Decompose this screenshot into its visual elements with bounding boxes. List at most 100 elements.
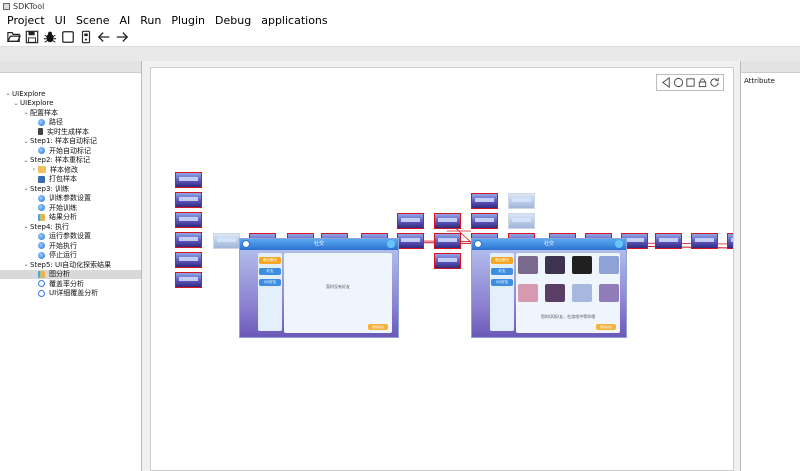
graph-node[interactable] — [213, 233, 240, 249]
tree-uiexplore[interactable]: ⌄ UIExplore — [0, 99, 141, 109]
toolbar-divider — [0, 47, 800, 61]
arrow-left-icon[interactable] — [96, 30, 111, 45]
node-snapshot — [438, 238, 457, 242]
window-title: SDKTool — [13, 1, 45, 11]
graph-node[interactable] — [471, 193, 498, 209]
screen-tab: QQ好友 — [259, 279, 281, 286]
graph-node[interactable] — [175, 232, 202, 248]
tree-group-step5[interactable]: ⌄ Step5: UI自动化探索结果 — [0, 260, 141, 270]
tree-group-step3[interactable]: ⌄ Step3: 训练 — [0, 184, 141, 194]
tree-item-auto-label[interactable]: 开始自动标记 — [0, 146, 141, 156]
tree-item-start-train[interactable]: 开始训练 — [0, 203, 141, 213]
folder-open-icon[interactable] — [6, 30, 21, 45]
screen-preview-left[interactable]: 社交 最近聊天 好友 QQ好友 暂时没有好友 添加好友 — [239, 238, 399, 338]
tree-group-step1[interactable]: ⌄ Step1: 样本自动标记 — [0, 137, 141, 147]
menu-bar: Project UI Scene AI Run Plugin Debug app… — [0, 12, 800, 28]
node-snapshot — [179, 237, 198, 241]
tree-group-step4[interactable]: ⌄ Step4: 执行 — [0, 222, 141, 232]
folder-icon — [38, 166, 46, 174]
graph-node[interactable] — [434, 233, 461, 249]
tree-item-graph-analysis[interactable]: 图分析 — [0, 269, 141, 279]
graph-node[interactable] — [397, 233, 424, 249]
tree-item-sample-edit[interactable]: › 样本修改 — [0, 165, 141, 175]
toolbar — [0, 28, 800, 47]
tree-root[interactable]: ⌄ UIExplore — [0, 89, 141, 99]
node-snapshot — [179, 197, 198, 201]
node-snapshot — [731, 238, 733, 242]
screen-content: 您的QQ好友，在游戏中等你哦 邀请好友 — [516, 253, 620, 333]
chart-icon — [38, 213, 45, 221]
graph-node[interactable] — [175, 192, 202, 208]
tree-group-step2[interactable]: ⌄ Step2: 样本重标记 — [0, 156, 141, 166]
graph-node[interactable] — [397, 213, 424, 229]
screen-button: 添加好友 — [368, 324, 388, 330]
save-icon[interactable] — [24, 30, 39, 45]
back-icon — [242, 240, 250, 248]
tree-group-config[interactable]: ⌄ 配置样本 — [0, 108, 141, 118]
node-snapshot — [695, 238, 714, 242]
menu-plugin[interactable]: Plugin — [166, 14, 210, 27]
graph-node[interactable] — [508, 193, 535, 209]
graph-node[interactable] — [434, 213, 461, 229]
graph-canvas[interactable]: 社交 最近聊天 好友 QQ好友 暂时没有好友 添加好友 社交 最近聊天 好友 Q… — [150, 67, 734, 471]
phone-icon — [38, 128, 43, 136]
screen-sidebar — [490, 253, 514, 331]
menu-project[interactable]: Project — [2, 14, 50, 27]
gear-icon — [38, 147, 45, 155]
tree-item-path[interactable]: 路径 — [0, 118, 141, 128]
graph-node[interactable] — [727, 233, 733, 249]
menu-applications[interactable]: applications — [256, 14, 332, 27]
menu-run[interactable]: Run — [135, 14, 166, 27]
graph-node[interactable] — [691, 233, 718, 249]
graph-node[interactable] — [175, 172, 202, 188]
avatar — [518, 284, 538, 302]
friend-card — [518, 284, 538, 308]
tree-item-result-analysis[interactable]: 结果分析 — [0, 213, 141, 223]
refresh-icon — [38, 280, 45, 288]
graph-node[interactable] — [655, 233, 682, 249]
screen-sidebar — [258, 253, 282, 331]
stop-icon — [38, 251, 45, 259]
graph-node[interactable] — [508, 213, 535, 229]
gear-icon — [38, 232, 45, 240]
menu-ai[interactable]: AI — [114, 14, 135, 27]
node-snapshot — [659, 238, 678, 242]
arrow-right-icon[interactable] — [114, 30, 129, 45]
square-icon[interactable] — [60, 30, 75, 45]
avatar — [545, 284, 565, 302]
close-icon — [615, 240, 623, 248]
save-icon — [38, 175, 45, 183]
node-snapshot — [401, 238, 420, 242]
graph-node[interactable] — [471, 213, 498, 229]
tree-item-pack-sample[interactable]: 打包样本 — [0, 175, 141, 185]
graph-node[interactable] — [175, 272, 202, 288]
graph-canvas-area: 社交 最近聊天 好友 QQ好友 暂时没有好友 添加好友 社交 最近聊天 好友 Q… — [142, 61, 740, 471]
node-snapshot — [475, 218, 494, 222]
device-icon[interactable] — [78, 30, 93, 45]
menu-scene[interactable]: Scene — [71, 14, 115, 27]
tree-item-realtime-sample[interactable]: 实时生成样本 — [0, 127, 141, 137]
tree-item-start-run[interactable]: 开始执行 — [0, 241, 141, 251]
tree-item-run-params[interactable]: 运行参数设置 — [0, 232, 141, 242]
app-icon — [3, 2, 10, 10]
play-icon — [38, 204, 45, 212]
attribute-title: Attribute — [744, 77, 775, 85]
bug-icon[interactable] — [42, 30, 57, 45]
screen-preview-right[interactable]: 社交 最近聊天 好友 QQ好友 您的QQ好友，在游戏中等你哦 邀请好友 — [471, 238, 627, 338]
graph-node[interactable] — [434, 253, 461, 269]
chart-icon — [38, 270, 45, 278]
graph-node[interactable] — [175, 212, 202, 228]
tree-item-ui-coverage-detail[interactable]: UI详细覆盖分析 — [0, 289, 141, 299]
screen-header: 社交 — [472, 239, 626, 250]
tree-item-coverage-analysis[interactable]: 覆盖率分析 — [0, 279, 141, 289]
attribute-panel-header — [741, 61, 800, 73]
menu-ui[interactable]: UI — [50, 14, 71, 27]
back-icon — [474, 240, 482, 248]
graph-node[interactable] — [175, 252, 202, 268]
friend-card — [545, 256, 565, 280]
screen-content: 暂时没有好友 添加好友 — [284, 253, 392, 333]
menu-debug[interactable]: Debug — [210, 14, 256, 27]
tree-item-stop-run[interactable]: 停止运行 — [0, 251, 141, 261]
tree-panel-header — [0, 61, 141, 73]
tree-item-train-params[interactable]: 训练参数设置 — [0, 194, 141, 204]
